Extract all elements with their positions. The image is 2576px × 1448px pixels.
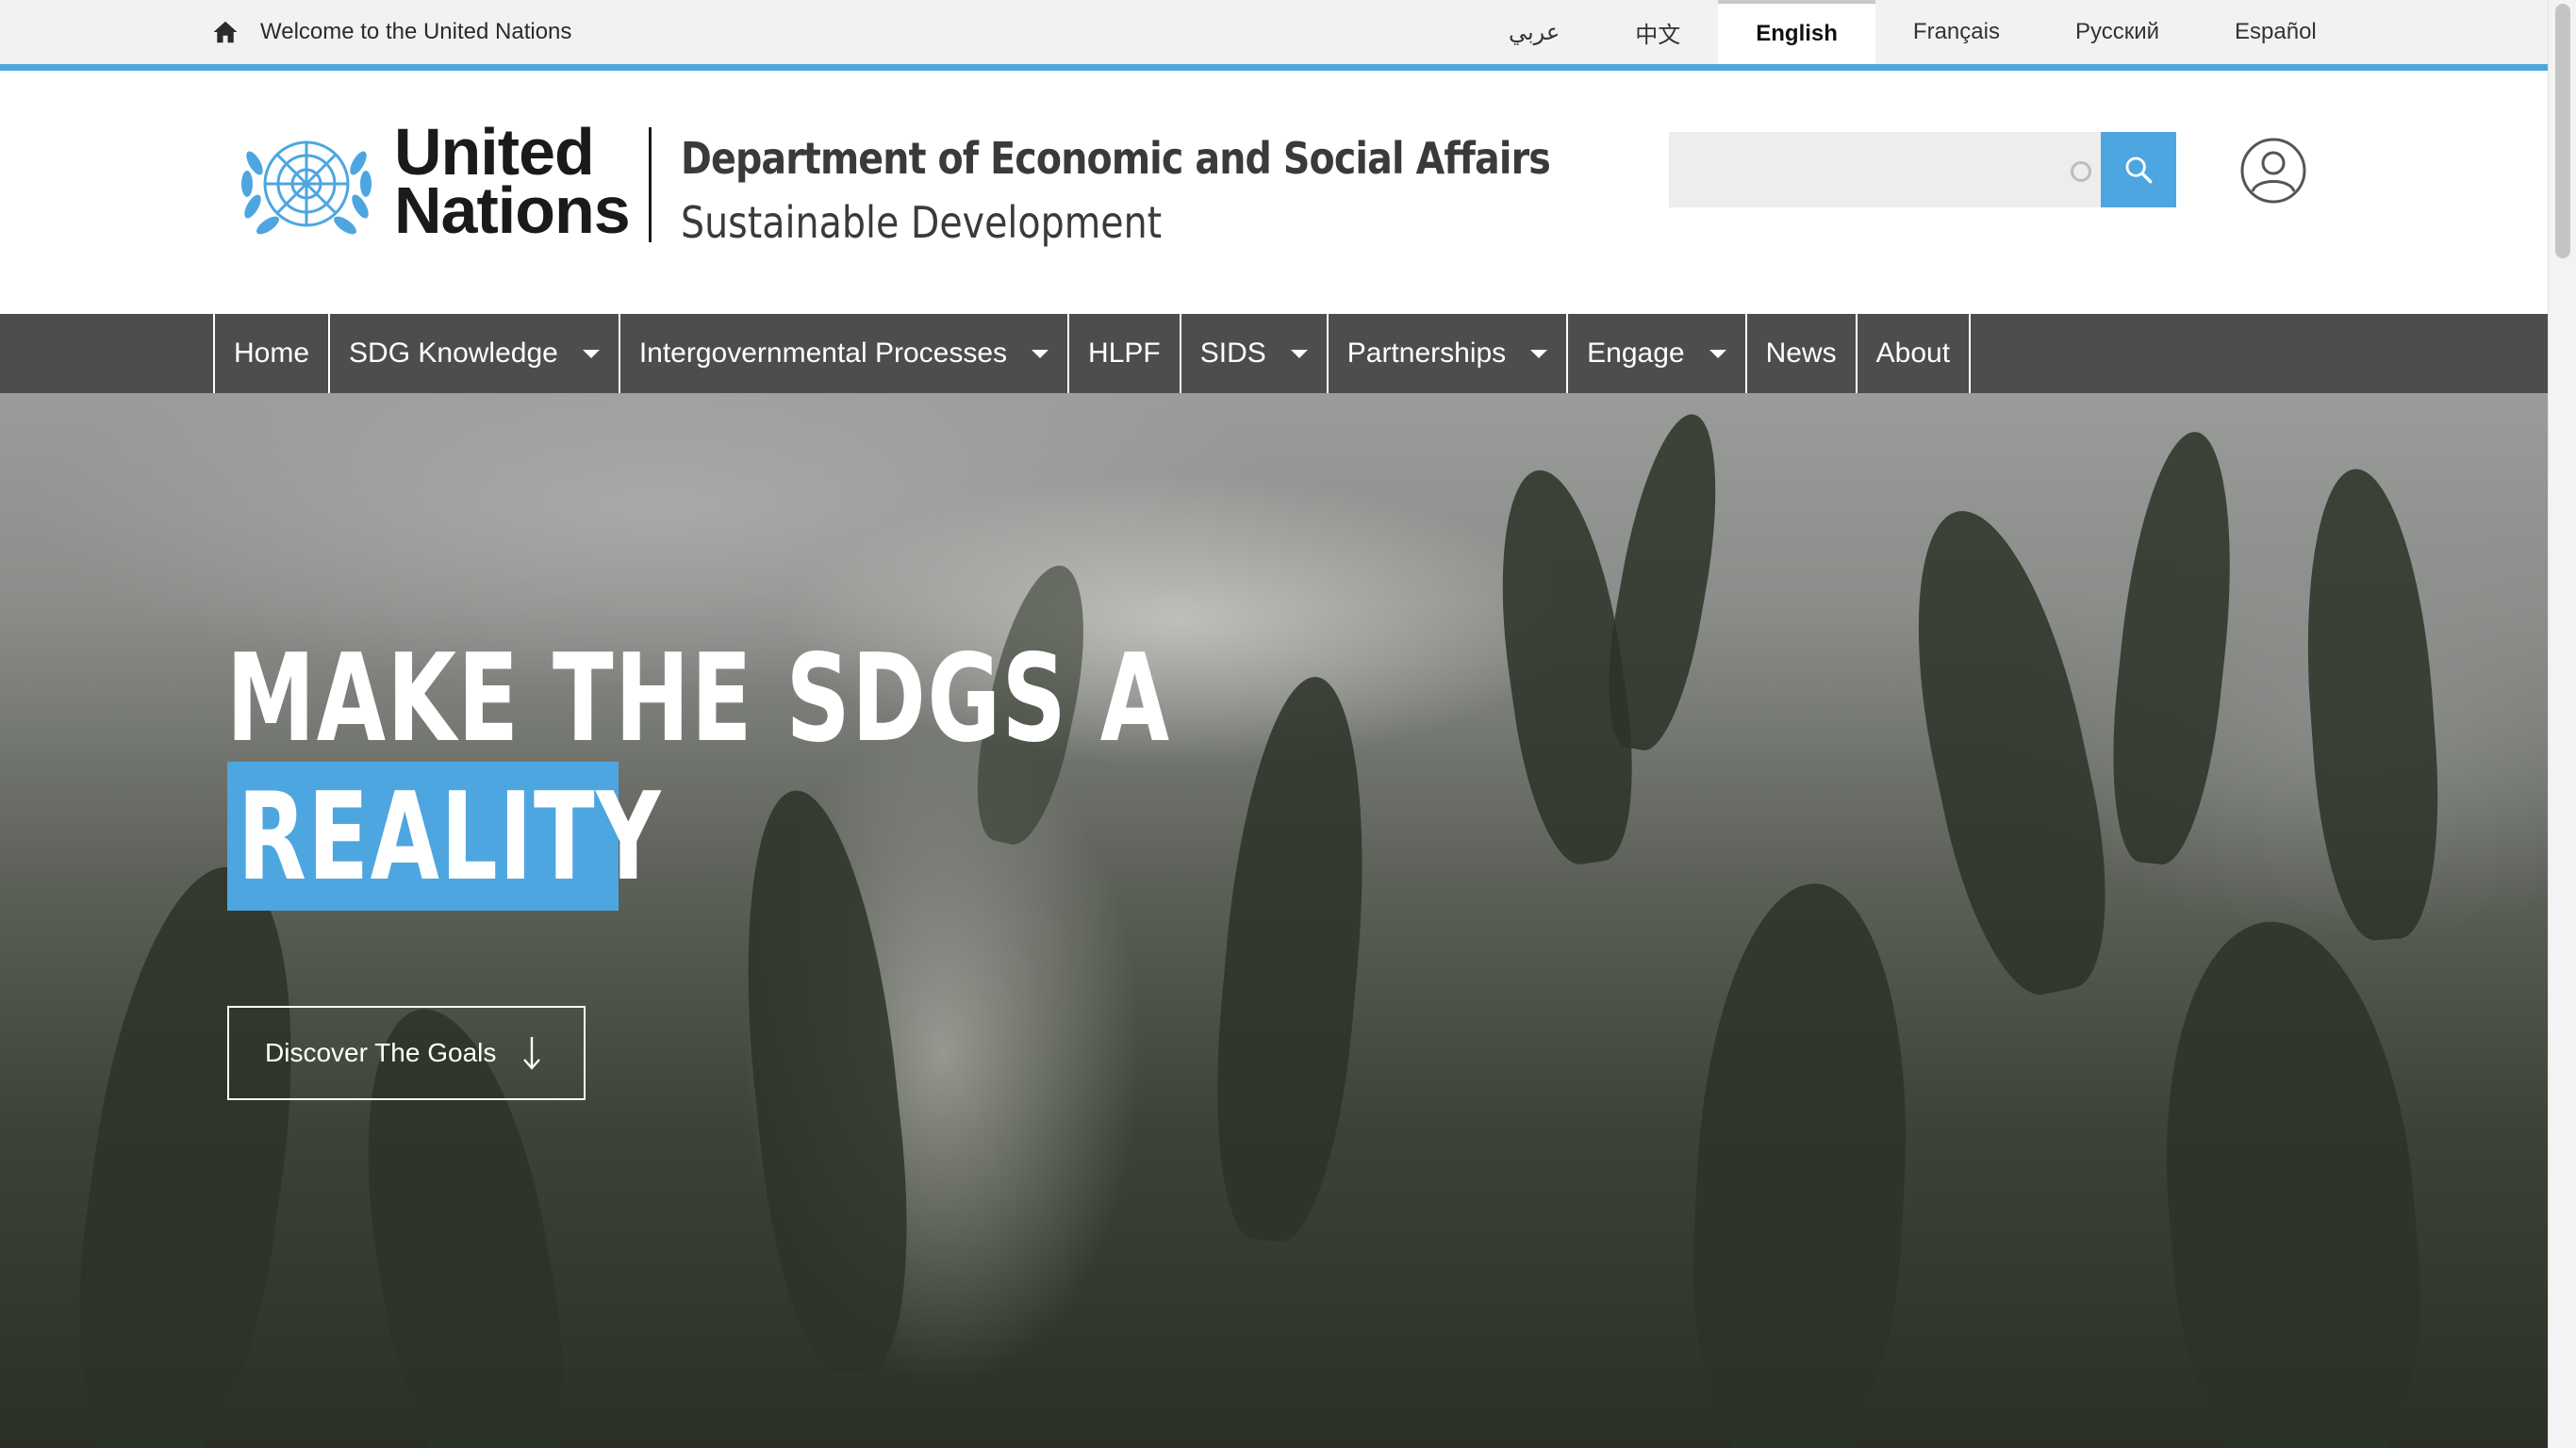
nav-item-label: SIDS bbox=[1199, 337, 1266, 369]
language-switcher: عربي 中文 English Français Русский Español bbox=[1471, 0, 2354, 64]
lang-french[interactable]: Français bbox=[1875, 0, 2038, 64]
nav-item-hlpf[interactable]: HLPF bbox=[1069, 314, 1181, 393]
nav-item-news[interactable]: News bbox=[1747, 314, 1858, 393]
nav-item-sdg-knowledge[interactable]: SDG Knowledge bbox=[330, 314, 620, 393]
nav-items: Home SDG Knowledge Intergovernmental Pro… bbox=[213, 314, 1972, 393]
main-navigation: Home SDG Knowledge Intergovernmental Pro… bbox=[0, 314, 2548, 393]
nav-item-partnerships[interactable]: Partnerships bbox=[1329, 314, 1569, 393]
discover-goals-label: Discover The Goals bbox=[265, 1038, 497, 1067]
search-field[interactable] bbox=[1669, 132, 2101, 207]
site-subtitle[interactable]: Sustainable Development bbox=[681, 197, 1162, 248]
nav-item-label: HLPF bbox=[1088, 337, 1161, 369]
lang-russian[interactable]: Русский bbox=[2038, 0, 2197, 64]
nav-item-label: Partnerships bbox=[1346, 337, 1507, 369]
arrow-down-icon bbox=[523, 1037, 541, 1070]
nav-item-home[interactable]: Home bbox=[215, 314, 331, 393]
user-icon bbox=[2240, 138, 2306, 204]
discover-goals-button[interactable]: Discover The Goals bbox=[227, 1006, 586, 1100]
home-icon bbox=[211, 18, 239, 46]
hero-title-line-1: MAKE THE SDGS A bbox=[226, 629, 1171, 769]
nav-item-label: Intergovernmental Processes bbox=[638, 337, 1008, 369]
hero-title: MAKE THE SDGS A bbox=[226, 629, 1502, 770]
search-icon bbox=[2125, 156, 2153, 184]
search-button[interactable] bbox=[2101, 132, 2176, 207]
caret-down-icon bbox=[1709, 349, 1726, 358]
site-header: United Nations Department of Economic an… bbox=[0, 71, 2548, 314]
nav-item-sids[interactable]: SIDS bbox=[1181, 314, 1329, 393]
nav-item-engage[interactable]: Engage bbox=[1568, 314, 1747, 393]
hero-title-line-2: REALITY bbox=[238, 767, 663, 908]
lang-english[interactable]: English bbox=[1718, 0, 1875, 64]
un-emblem-logo[interactable] bbox=[236, 125, 377, 248]
nav-item-about[interactable]: About bbox=[1858, 314, 1972, 393]
scrollbar-thumb[interactable] bbox=[2555, 4, 2570, 258]
caret-down-icon bbox=[1290, 349, 1308, 358]
nav-item-label: About bbox=[1875, 337, 1951, 369]
hero-banner: MAKE THE SDGS A REALITY Discover The Goa… bbox=[0, 393, 2548, 1448]
lang-spanish[interactable]: Español bbox=[2197, 0, 2354, 64]
lang-arabic[interactable]: عربي bbox=[1471, 0, 1597, 64]
nav-item-label: Home bbox=[234, 337, 310, 369]
header-divider bbox=[649, 127, 652, 242]
user-account-button[interactable] bbox=[2239, 137, 2307, 205]
nav-item-intergovernmental-processes[interactable]: Intergovernmental Processes bbox=[620, 314, 1070, 393]
utility-bar: Welcome to the United Nations عربي 中文 En… bbox=[0, 0, 2548, 64]
caret-down-icon bbox=[1530, 349, 1548, 358]
caret-down-icon bbox=[582, 349, 600, 358]
loading-indicator-icon bbox=[2071, 161, 2091, 182]
lang-chinese[interactable]: 中文 bbox=[1597, 0, 1718, 64]
nav-item-label: SDG Knowledge bbox=[349, 337, 558, 369]
caret-down-icon bbox=[1032, 349, 1049, 358]
page-scrollbar[interactable] bbox=[2548, 0, 2576, 1448]
department-title[interactable]: Department of Economic and Social Affair… bbox=[681, 133, 1551, 184]
logo-line-2: Nations bbox=[394, 173, 631, 247]
nav-item-label: News bbox=[1765, 337, 1837, 369]
search-input[interactable] bbox=[1669, 132, 2101, 207]
page: Welcome to the United Nations عربي 中文 En… bbox=[0, 0, 2548, 1448]
welcome-text: Welcome to the United Nations bbox=[260, 19, 572, 44]
accent-stripe bbox=[0, 64, 2548, 71]
welcome-link[interactable]: Welcome to the United Nations bbox=[211, 0, 571, 64]
un-wordmark[interactable]: United Nations bbox=[394, 119, 631, 247]
nav-item-label: Engage bbox=[1587, 337, 1685, 369]
